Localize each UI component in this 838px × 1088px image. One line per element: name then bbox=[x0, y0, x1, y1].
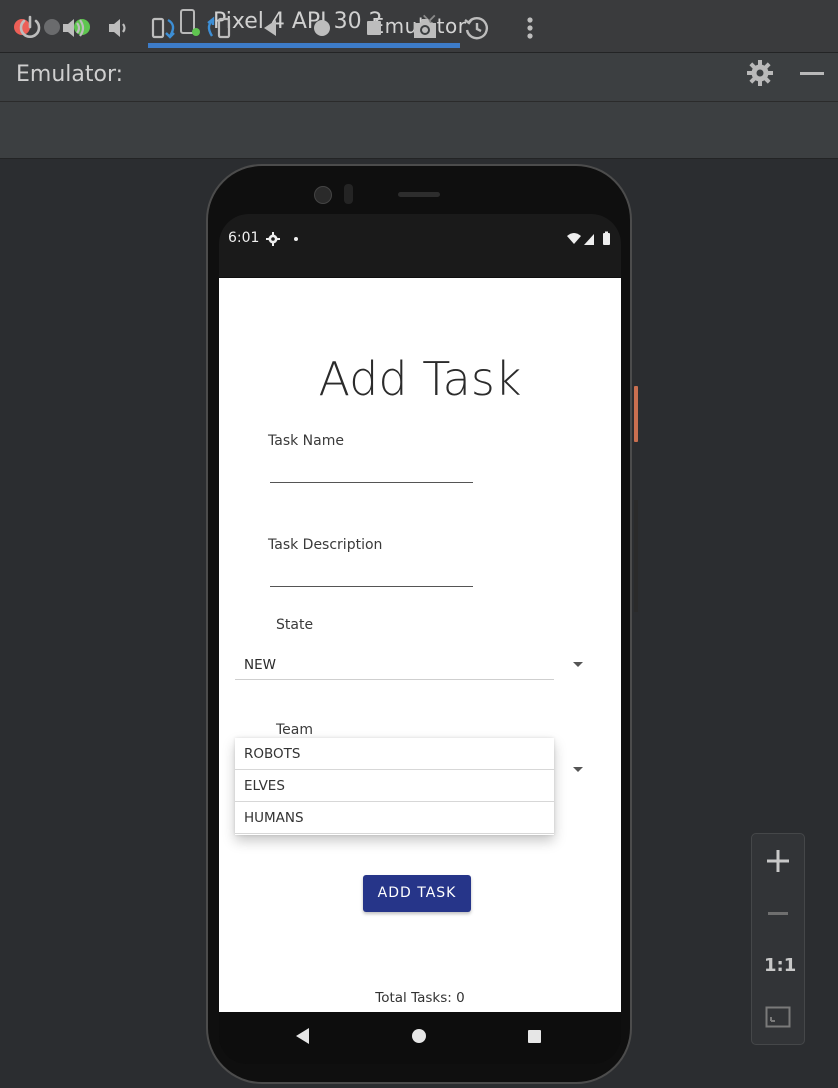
home-icon[interactable] bbox=[308, 14, 336, 42]
overview-icon[interactable] bbox=[360, 14, 388, 42]
wifi-signal-battery-icon bbox=[567, 231, 610, 245]
back-icon[interactable] bbox=[256, 14, 284, 42]
state-label: State bbox=[276, 617, 314, 633]
task-description-label: Task Description bbox=[268, 537, 383, 553]
nav-back-icon[interactable] bbox=[296, 1028, 309, 1044]
emulator-toolbar bbox=[0, 102, 838, 159]
power-icon[interactable] bbox=[16, 14, 44, 42]
more-icon[interactable] bbox=[516, 14, 544, 42]
volume-up-icon[interactable] bbox=[60, 14, 88, 42]
task-name-input[interactable] bbox=[270, 482, 473, 483]
volume-down-icon[interactable] bbox=[104, 14, 132, 42]
zoom-out-icon[interactable] bbox=[768, 912, 788, 915]
phone-sensor bbox=[344, 184, 353, 204]
emulator-tabbar: Emulator: bbox=[0, 53, 838, 102]
task-description-input[interactable] bbox=[270, 586, 473, 587]
rotate-right-icon[interactable] bbox=[204, 14, 232, 42]
zoom-actual-size-button[interactable]: 1:1 bbox=[764, 955, 796, 976]
gear-icon[interactable] bbox=[745, 58, 775, 88]
team-option-humans[interactable]: HUMANS bbox=[235, 802, 554, 834]
state-spinner-value[interactable]: NEW bbox=[244, 657, 276, 673]
team-option-elves[interactable]: ELVES bbox=[235, 770, 554, 802]
nav-recents-icon[interactable] bbox=[528, 1030, 541, 1043]
task-name-label: Task Name bbox=[268, 433, 344, 449]
status-time: 6:01 bbox=[228, 230, 260, 246]
add-task-button[interactable]: ADD TASK bbox=[363, 875, 471, 912]
team-dropdown-menu: ROBOTS ELVES HUMANS bbox=[235, 738, 554, 835]
phone-power-button bbox=[634, 386, 638, 442]
state-dropdown-arrow-icon[interactable] bbox=[573, 662, 583, 667]
total-tasks-text: Total Tasks: 0 bbox=[375, 990, 465, 1006]
snapshot-icon[interactable] bbox=[463, 14, 491, 42]
page-title: Add Task bbox=[318, 352, 522, 406]
notification-dot-icon bbox=[294, 237, 298, 241]
phone-speaker bbox=[398, 192, 440, 197]
camera-icon[interactable] bbox=[411, 14, 439, 42]
minimize-panel-icon[interactable] bbox=[800, 72, 824, 75]
nav-home-icon[interactable] bbox=[412, 1029, 426, 1043]
team-label: Team bbox=[276, 722, 314, 738]
state-spinner-underline bbox=[235, 679, 554, 680]
zoom-in-icon[interactable] bbox=[766, 848, 790, 874]
rotate-left-icon[interactable] bbox=[150, 14, 178, 42]
settings-notification-icon bbox=[266, 232, 280, 246]
phone-volume-button bbox=[634, 500, 638, 612]
tabbar-label: Emulator: bbox=[16, 62, 124, 87]
phone-camera bbox=[314, 186, 332, 204]
device-icon bbox=[180, 9, 200, 36]
team-option-robots[interactable]: ROBOTS bbox=[235, 738, 554, 770]
team-dropdown-arrow-icon[interactable] bbox=[573, 767, 583, 772]
active-tab-indicator bbox=[148, 43, 460, 48]
tab-device-name: Pixel 4 API 30 2 bbox=[213, 9, 383, 34]
zoom-fit-icon[interactable] bbox=[765, 1006, 791, 1028]
